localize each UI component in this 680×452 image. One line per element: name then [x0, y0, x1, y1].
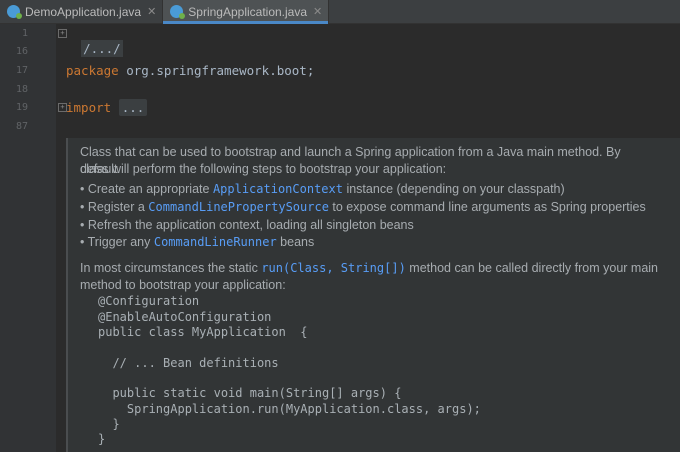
line-number: 19	[15, 102, 28, 113]
tab-spring-application[interactable]: SpringApplication.java ✕	[163, 0, 330, 24]
rendered-javadoc: Class that can be used to bootstrap and …	[66, 138, 680, 452]
close-icon[interactable]: ✕	[313, 5, 322, 18]
code-example-line: }	[98, 417, 120, 431]
line-number: 87	[15, 121, 28, 132]
doc-link[interactable]: CommandLineRunner	[154, 235, 277, 249]
folded-region[interactable]: /.../	[81, 40, 123, 57]
doc-link[interactable]: run(Class, String[])	[261, 261, 406, 275]
line-number: 17	[15, 65, 28, 76]
code-example-line: @Configuration	[98, 294, 200, 308]
code-line-imports: import ...	[66, 99, 148, 116]
tab-label: DemoApplication.java	[25, 4, 142, 19]
doc-paragraph: In most circumstances the static run(Cla…	[80, 261, 659, 275]
code-example-line: public class MyApplication {	[98, 325, 308, 339]
doc-link[interactable]: CommandLinePropertySource	[148, 200, 329, 214]
keyword: import	[66, 100, 112, 115]
java-class-icon	[170, 5, 186, 19]
package-name: org.springframework.boot;	[118, 63, 315, 78]
doc-intro-line: class will perform the following steps t…	[80, 162, 447, 176]
line-number: 18	[15, 84, 28, 95]
editor-tab-bar: DemoApplication.java ✕ SpringApplication…	[0, 0, 680, 24]
doc-bullet: • Refresh the application context, loadi…	[80, 218, 414, 232]
code-example-line: // ... Bean definitions	[98, 356, 279, 370]
code-example-line: }	[98, 432, 106, 446]
code-line-package: package org.springframework.boot;	[66, 63, 314, 78]
line-number-gutter: 1 16 17 18 19 87	[0, 24, 56, 452]
keyword: package	[66, 63, 119, 78]
close-icon[interactable]: ✕	[147, 5, 156, 18]
doc-paragraph-line: method to bootstrap your application:	[80, 278, 286, 292]
code-example-line: @EnableAutoConfiguration	[98, 310, 272, 324]
tab-demo-application[interactable]: DemoApplication.java ✕	[0, 0, 164, 23]
code-example-line: SpringApplication.run(MyApplication.clas…	[98, 402, 481, 416]
doc-bullet: • Create an appropriate ApplicationConte…	[80, 182, 565, 196]
doc-link[interactable]: ApplicationContext	[213, 182, 343, 196]
folded-imports[interactable]: ...	[118, 99, 148, 116]
doc-bullet: • Trigger any CommandLineRunner beans	[80, 235, 315, 249]
tab-label: SpringApplication.java	[188, 4, 308, 19]
line-number: 1	[21, 28, 28, 39]
code-line-header: /.../	[66, 26, 123, 57]
code-example-line: public static void main(String[] args) {	[98, 386, 402, 400]
doc-bullet: • Register a CommandLinePropertySource t…	[80, 200, 646, 214]
java-class-icon	[7, 5, 22, 19]
line-number: 16	[15, 46, 28, 57]
